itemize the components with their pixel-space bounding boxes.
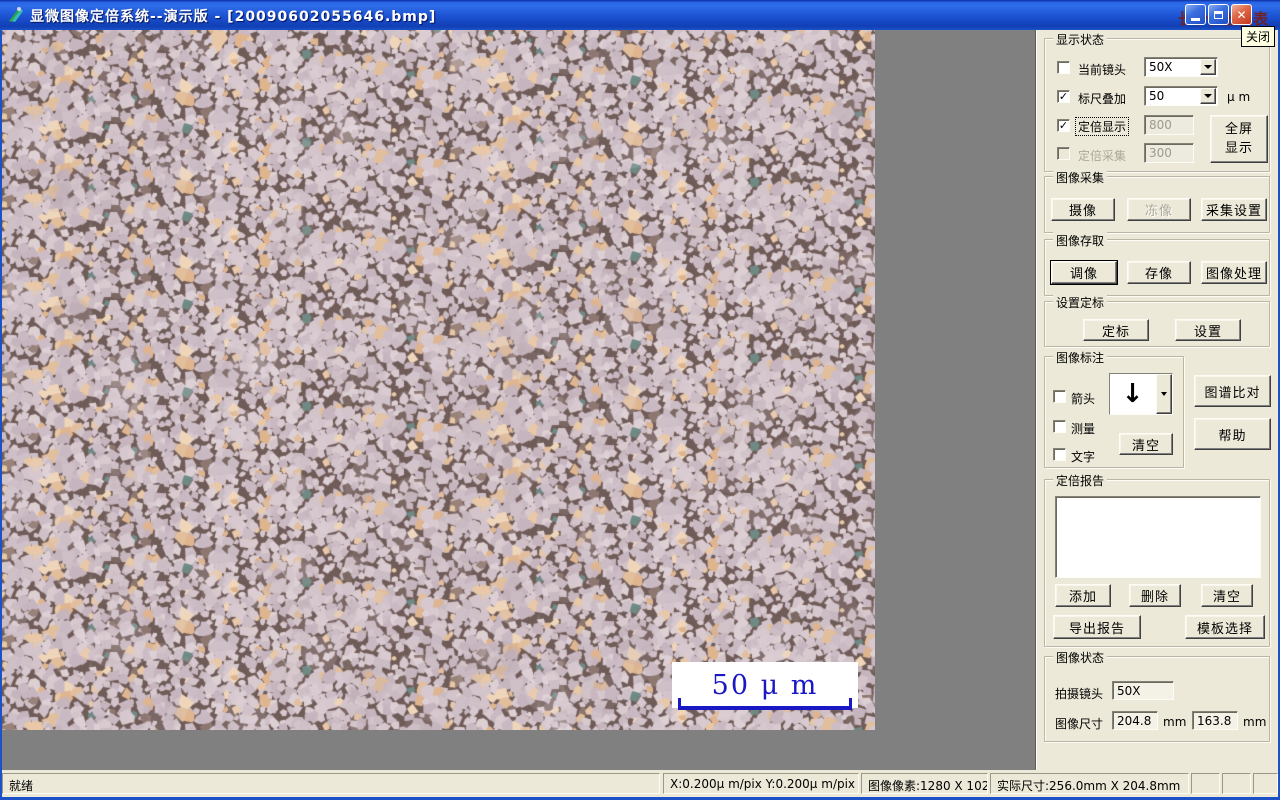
group-annotation: 图像标注 箭头 ↓ 测量 清空 文字 [1044,349,1184,468]
status-image-pixels: 图像像素:1280 X 1024 [861,773,988,794]
fullscreen-button[interactable]: 全屏 显示 [1210,115,1268,163]
atlas-compare-button[interactable]: 图谱比对 [1194,375,1271,407]
capture-button[interactable]: 摄像 [1051,198,1115,221]
ruler-overlay-select[interactable]: 50 [1144,86,1218,106]
fixed-display-input[interactable]: 800 [1144,115,1194,135]
fixed-capture-input: 300 [1144,143,1194,163]
arrow-down-icon: ↓ [1121,379,1144,409]
current-lens-select[interactable]: 50X [1144,57,1218,77]
check-icon: ✓ [1058,118,1069,132]
minimize-button[interactable] [1185,4,1206,25]
status-ready: 就绪 [2,773,660,794]
restore-icon [1214,10,1223,19]
calibration-settings-button[interactable]: 设置 [1175,319,1241,341]
status-extra-3 [1253,773,1278,794]
height-unit-label: mm [1243,715,1267,729]
acquisition-settings-button[interactable]: 采集设置 [1201,198,1267,221]
group-image-status: 图像状态 拍摄镜头 50X 图像尺寸 204.8 mm 163.8 mm [1044,649,1270,742]
group-title: 图像存取 [1053,232,1108,249]
report-add-button[interactable]: 添加 [1055,584,1111,607]
group-title: 定倍报告 [1053,472,1108,489]
annotation-clear-button[interactable]: 清空 [1119,433,1173,455]
group-title: 显示状态 [1053,31,1108,48]
current-lens-label: 当前镜头 [1078,63,1127,77]
restore-button[interactable] [1208,4,1229,25]
report-list[interactable] [1055,496,1261,578]
chevron-down-icon[interactable] [1156,374,1172,414]
ruler-overlay-checkbox[interactable]: ✓ [1057,90,1070,103]
micro-image[interactable] [2,30,875,730]
chevron-down-icon[interactable] [1200,88,1216,104]
image-process-button[interactable]: 图像处理 [1201,261,1267,284]
title-bar[interactable]: 显微图像定倍系统--演示版 - [20090602055646.bmp] 长沙仪… [0,0,1280,47]
fullscreen-line1: 全屏 [1224,121,1253,137]
measure-checkbox[interactable] [1053,420,1066,433]
check-icon: ✓ [1058,89,1069,103]
group-acquisition: 图像采集 摄像 冻像 采集设置 [1044,169,1270,233]
status-bar: 就绪 X:0.200μ m/pix Y:0.200μ m/pix 图像像素:12… [2,770,1278,797]
app-icon [9,7,23,22]
arrow-style-select[interactable]: ↓ [1109,373,1173,415]
fixed-display-label: 定倍显示 [1075,117,1130,136]
save-image-button[interactable]: 存像 [1127,261,1191,284]
scale-bar-line [678,698,852,710]
width-unit-label: mm [1163,715,1187,729]
capture-lens-label: 拍摄镜头 [1055,687,1104,701]
image-workspace: 50 μ m [2,30,1036,770]
close-tooltip: 关闭 [1240,26,1275,47]
group-storage: 图像存取 调像 存像 图像处理 [1044,232,1270,296]
fullscreen-line2: 显示 [1224,141,1253,156]
status-extra-1 [1191,773,1220,794]
export-report-button[interactable]: 导出报告 [1053,615,1141,639]
status-extra-2 [1222,773,1251,794]
group-title: 图像采集 [1053,169,1108,186]
current-lens-checkbox[interactable] [1057,61,1070,74]
group-title: 设置定标 [1053,294,1108,311]
group-calibration: 设置定标 定标 设置 [1044,294,1270,347]
fixed-display-checkbox[interactable]: ✓ [1057,119,1070,132]
text-checkbox[interactable] [1053,448,1066,461]
app-window: 显微图像定倍系统--演示版 - [20090602055646.bmp] 长沙仪… [0,0,1280,800]
report-delete-button[interactable]: 删除 [1129,584,1181,607]
scale-bar-label: 50 μ m [711,669,819,701]
image-height-value: 163.8 [1192,711,1238,730]
window-border-left [0,30,2,797]
image-size-label: 图像尺寸 [1055,717,1104,731]
freeze-button: 冻像 [1127,198,1191,221]
image-width-value: 204.8 [1112,711,1158,730]
status-actual-size: 实际尺寸:256.0mm X 204.8mm [990,773,1189,794]
ruler-overlay-value: 50 [1149,89,1165,103]
capture-lens-value: 50X [1112,681,1174,700]
report-clear-button[interactable]: 清空 [1201,584,1253,607]
close-icon: ✕ [1236,7,1247,22]
ruler-overlay-label: 标尺叠加 [1078,92,1127,106]
arrow-checkbox[interactable] [1053,390,1066,403]
load-image-button[interactable]: 调像 [1050,260,1118,285]
minimize-icon [1191,17,1200,21]
window-title: 显微图像定倍系统--演示版 - [20090602055646.bmp] [30,9,437,25]
help-button[interactable]: 帮助 [1194,418,1271,450]
measure-label: 测量 [1071,422,1096,436]
fixed-capture-checkbox [1057,147,1070,160]
control-panel: 显示状态 当前镜头 50X ✓ 标尺叠加 50 μ m ✓ 定倍显示 800 定… [1036,30,1278,770]
calibrate-button[interactable]: 定标 [1083,319,1149,341]
arrow-label: 箭头 [1071,392,1096,406]
group-title: 图像标注 [1053,349,1108,366]
chevron-down-icon[interactable] [1200,59,1216,75]
current-lens-value: 50X [1149,60,1173,74]
template-select-button[interactable]: 模板选择 [1185,615,1265,639]
group-display-status: 显示状态 当前镜头 50X ✓ 标尺叠加 50 μ m ✓ 定倍显示 800 定… [1044,31,1270,172]
close-button[interactable]: ✕ [1231,4,1252,25]
fixed-capture-label: 定倍采集 [1078,149,1127,163]
status-pixel-scale: X:0.200μ m/pix Y:0.200μ m/pix [663,773,859,794]
group-title: 图像状态 [1053,649,1108,666]
ruler-unit-label: μ m [1227,90,1251,104]
text-label: 文字 [1071,450,1096,464]
group-report: 定倍报告 添加 删除 清空 导出报告 模板选择 [1044,472,1270,647]
